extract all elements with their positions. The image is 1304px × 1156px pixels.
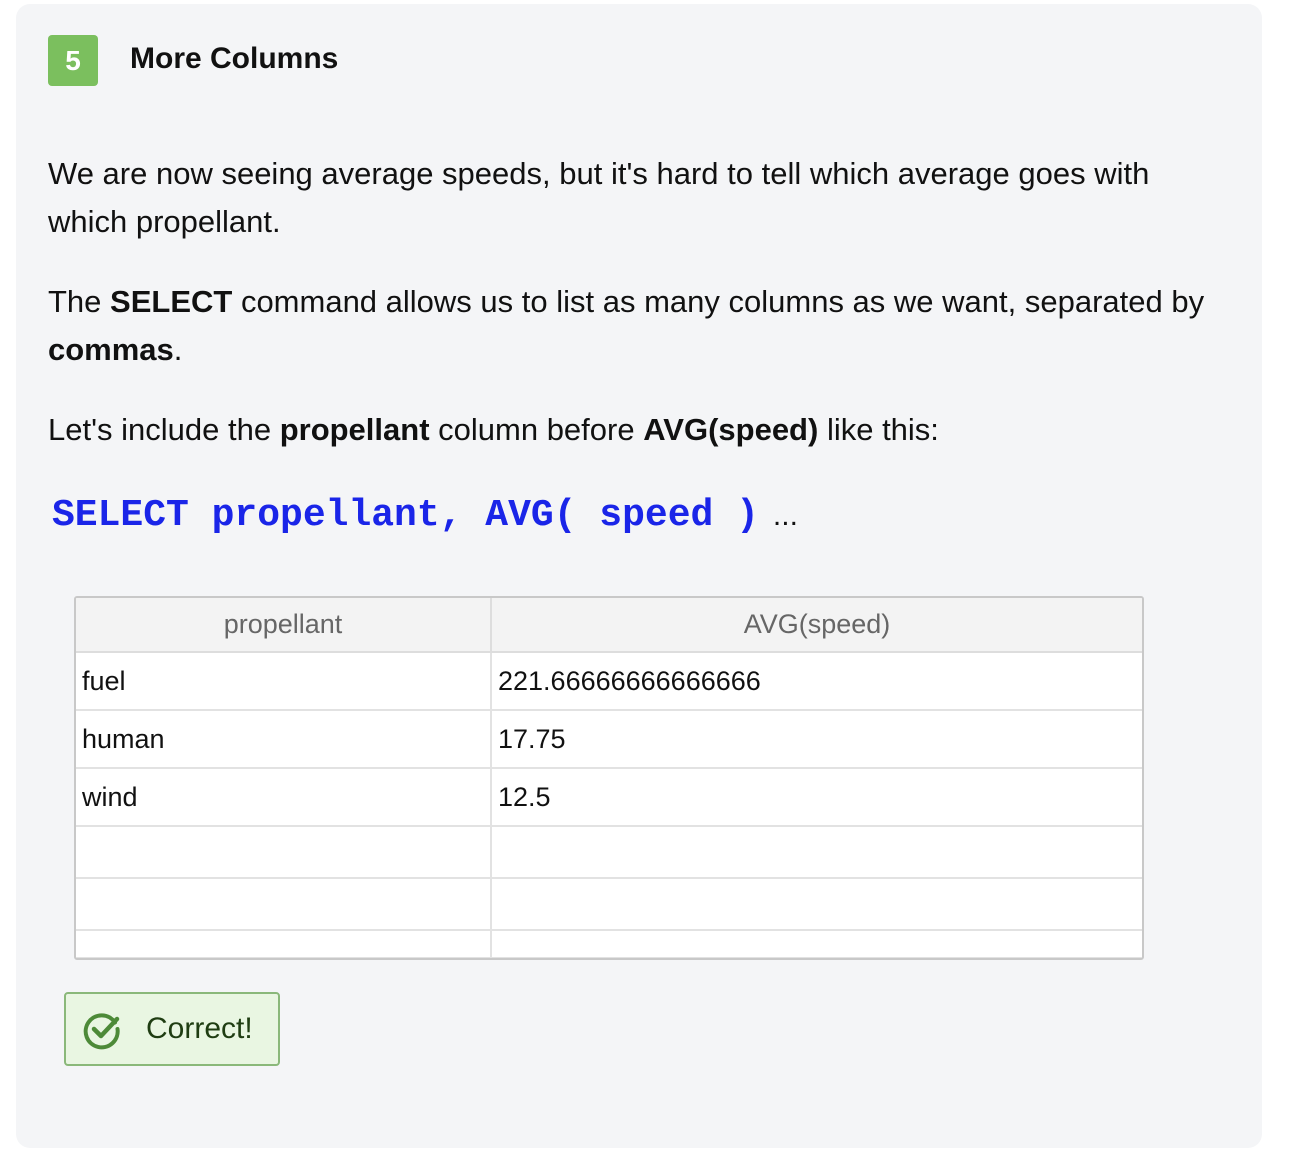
bold-keyword: propellant [279, 412, 430, 447]
table-row: fuel 221.66666666666666 [76, 652, 1142, 711]
column-header-propellant: propellant [76, 598, 492, 653]
code-example: SELECT propellant, AVG( speed )... [52, 494, 798, 537]
table-row: wind 12.5 [76, 768, 1142, 827]
table-cell: fuel [76, 652, 492, 711]
empty-table-row [76, 826, 1142, 879]
results-table: propellant AVG(speed) fuel 221.666666666… [74, 596, 1144, 960]
check-circle-icon [83, 1013, 120, 1050]
sql-code: SELECT propellant, AVG( speed ) [52, 494, 759, 537]
table-header-row: propellant AVG(speed) [76, 598, 1142, 653]
table-row: human 17.75 [76, 710, 1142, 769]
table-cell [76, 826, 492, 879]
table-cell: 221.66666666666666 [491, 652, 1142, 711]
bold-keyword: commas [48, 332, 174, 367]
text-segment: . [173, 332, 183, 367]
instruction-paragraph: Let's include the propellant column befo… [48, 406, 1228, 454]
bold-keyword: SELECT [110, 284, 233, 319]
table-cell: 12.5 [491, 768, 1142, 827]
table-cell: wind [76, 768, 492, 827]
text-segment: like this: [818, 412, 939, 447]
correct-status-button[interactable]: Correct! [64, 992, 280, 1066]
table-cell: 17.75 [491, 710, 1142, 769]
empty-table-row [76, 878, 1142, 931]
column-header-avg-speed: AVG(speed) [491, 598, 1142, 653]
text-segment: command allows us to list as many column… [232, 284, 1205, 319]
lesson-card: 5 More Columns We are now seeing average… [16, 4, 1262, 1148]
table-cell [76, 878, 492, 931]
step-number-badge: 5 [48, 35, 98, 86]
select-explanation-paragraph: The SELECT command allows us to list as … [48, 278, 1228, 374]
table-cell [491, 930, 1142, 958]
text-segment: column before [429, 412, 644, 447]
step-title: More Columns [130, 42, 339, 75]
correct-label: Correct! [146, 1012, 253, 1045]
table-cell [491, 878, 1142, 931]
table-cell [76, 930, 492, 958]
table-cell: human [76, 710, 492, 769]
intro-paragraph: We are now seeing average speeds, but it… [48, 150, 1228, 246]
table-cell [491, 826, 1142, 879]
text-segment: Let's include the [48, 412, 280, 447]
intro-text: We are now seeing average speeds, but it… [48, 156, 1150, 239]
bold-keyword: AVG(speed) [643, 412, 819, 447]
text-segment: The [48, 284, 111, 319]
code-ellipsis: ... [772, 499, 798, 532]
empty-table-row [76, 930, 1142, 958]
